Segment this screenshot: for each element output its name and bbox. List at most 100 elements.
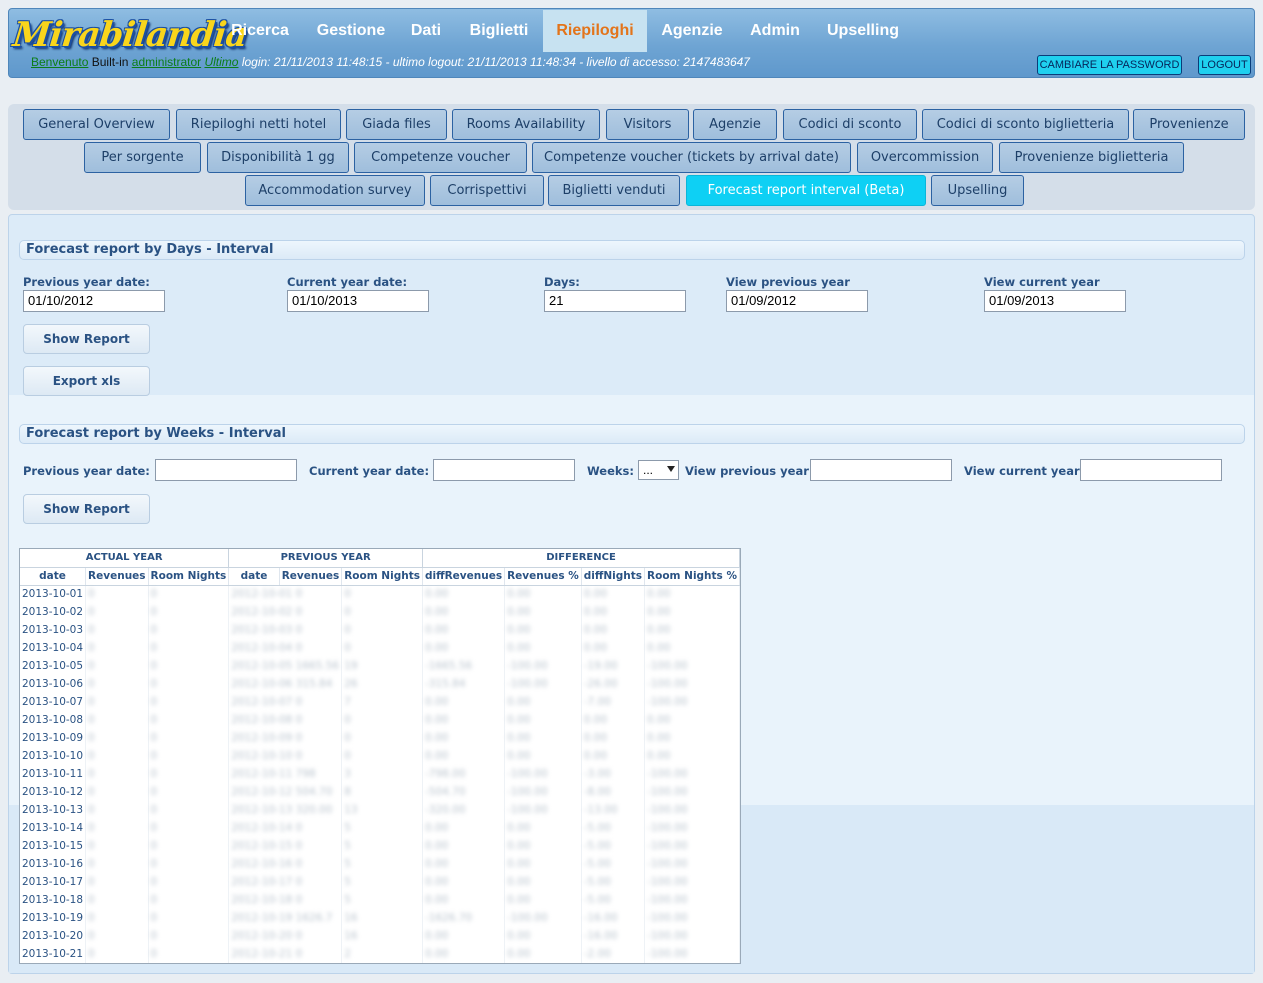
tab-agenzie[interactable]: Agenzie [693,109,777,140]
row-value-cell: 13 [341,801,423,819]
weeks-view-prev-input[interactable] [810,459,952,481]
tab-competenze-voucher-arrival[interactable]: Competenze voucher (tickets by arrival d… [532,142,851,173]
row-value-cell: 2012-10-21 0 [228,945,343,963]
mirabilandia-logo[interactable]: Mirabilandia [11,13,249,59]
row-value-cell: 0.00 [644,729,740,747]
row-value-cell: 0.00 [422,693,506,711]
row-value-cell: 2012-10-20 0 [228,927,343,945]
tab-riepiloghi-netti-hotel[interactable]: Riepiloghi netti hotel [176,109,341,140]
row-value-cell: 0 [148,855,230,873]
forecast-report-table: ACTUAL YEAR PREVIOUS YEAR DIFFERENCE dat… [19,548,741,964]
weeks-curr-year-input[interactable] [433,459,575,481]
tab-upselling[interactable]: Upselling [931,175,1024,206]
row-date-cell: 2013-10-21 [20,945,87,963]
days-curr-year-input[interactable]: 01/10/2013 [287,290,429,312]
row-value-cell: 0.00 [422,945,506,963]
tab-general-overview[interactable]: General Overview [23,109,170,140]
col-header-prev-revenues[interactable]: Revenues [279,567,343,586]
col-header-prev-room-nights[interactable]: Room Nights [341,567,423,586]
row-value-cell: 16 [341,909,423,927]
days-view-prev-input[interactable]: 01/09/2012 [726,290,868,312]
tab-visitors[interactable]: Visitors [606,109,689,140]
row-value-cell: 0 [85,747,149,765]
col-header-revenues-pct[interactable]: Revenues % [504,567,582,586]
row-value-cell: 0.00 [504,819,582,837]
row-value-cell: -100.00 [644,765,740,783]
ultimo-link[interactable]: Ultimo [204,55,238,69]
tab-giada-files[interactable]: Giada files [346,109,447,140]
row-value-cell: -100.00 [644,945,740,963]
export-xls-button[interactable]: Export xls [23,366,150,396]
col-header-room-nights-pct[interactable]: Room Nights % [644,567,740,586]
table-row: 2013-10-20 0 0 2012-10-20 0 16 0.00 0.00 -16.00… [20,927,740,945]
nav-agenzie[interactable]: Agenzie [655,10,729,52]
tab-corrispettivi[interactable]: Corrispettivi [430,175,544,206]
tab-overcommission[interactable]: Overcommission [857,142,993,173]
row-value-cell: 0 [85,855,149,873]
row-value-cell: 2012-10-12 504.70 [228,783,343,801]
nav-dati[interactable]: Dati [405,10,447,52]
row-value-cell: -100.00 [644,855,740,873]
nav-riepiloghi[interactable]: Riepiloghi [543,10,647,52]
col-header-diff-revenues[interactable]: diffRevenues [422,567,506,586]
nav-ricerca[interactable]: Ricerca [225,10,295,52]
tab-codici-sconto-biglietteria[interactable]: Codici di sconto biglietteria [922,109,1129,140]
row-value-cell: 0.00 [581,621,646,639]
row-value-cell: 5 [341,819,423,837]
row-value-cell: 5 [341,873,423,891]
row-date-cell: 2013-10-19 [20,909,87,927]
tab-forecast-report-interval[interactable]: Forecast report interval (Beta) [686,175,926,206]
tab-provenienze-biglietteria[interactable]: Provenienze biglietteria [999,142,1184,173]
row-value-cell: 0 [148,873,230,891]
nav-biglietti[interactable]: Biglietti [463,10,535,52]
nav-admin[interactable]: Admin [743,10,807,52]
tab-per-sorgente[interactable]: Per sorgente [84,142,201,173]
weeks-view-curr-input[interactable] [1080,459,1222,481]
tab-biglietti-venduti[interactable]: Biglietti venduti [548,175,680,206]
row-value-cell: 0.00 [504,837,582,855]
row-value-cell: 0 [85,891,149,909]
weeks-prev-year-input[interactable] [155,459,297,481]
tab-disponibilita-1gg[interactable]: Disponibilità 1 gg [207,142,349,173]
logout-button[interactable]: LOGOUT [1198,55,1251,75]
row-value-cell: 0.00 [581,639,646,657]
days-view-curr-input[interactable]: 01/09/2013 [984,290,1126,312]
col-header-room-nights[interactable]: Room Nights [148,567,230,586]
weeks-count-label: Weeks: [587,464,634,478]
row-value-cell: 8 [341,783,423,801]
table-row: 2013-10-09 0 0 2012-10-09 0 0 0.00 0.00 0.00 0.0… [20,729,740,747]
row-value-cell: -13.00 [581,801,646,819]
tab-provenienze[interactable]: Provenienze [1133,109,1245,140]
col-header-prev-date[interactable]: date [228,567,280,586]
welcome-link[interactable]: Benvenuto [31,55,88,69]
weeks-show-report-button[interactable]: Show Report [23,494,150,524]
change-password-button[interactable]: CAMBIARE LA PASSWORD [1037,55,1182,75]
col-header-date[interactable]: date [20,567,87,586]
days-count-input[interactable]: 21 [544,290,686,312]
col-header-diff-nights[interactable]: diffNights [581,567,646,586]
row-value-cell: 0 [85,657,149,675]
tab-competenze-voucher[interactable]: Competenze voucher [354,142,527,173]
row-value-cell: -100.00 [504,765,582,783]
col-header-revenues[interactable]: Revenues [85,567,149,586]
user-link[interactable]: administrator [132,55,201,69]
group-header-difference: DIFFERENCE [422,549,740,568]
nav-upselling[interactable]: Upselling [821,10,905,52]
days-prev-year-input[interactable]: 01/10/2012 [23,290,165,312]
row-value-cell: 7 [341,693,423,711]
row-value-cell: 0 [85,621,149,639]
row-value-cell: 0 [148,783,230,801]
row-value-cell: -16.00 [581,927,646,945]
row-value-cell: 2012-10-05 1665.56 [228,657,343,675]
row-value-cell: -3.00 [581,765,646,783]
row-value-cell: 0.00 [422,621,506,639]
row-value-cell: 5 [341,837,423,855]
tab-codici-di-sconto[interactable]: Codici di sconto [783,109,917,140]
weeks-select[interactable]: ... [638,460,679,480]
nav-gestione[interactable]: Gestione [309,10,393,52]
row-value-cell: 0 [85,819,149,837]
tab-rooms-availability[interactable]: Rooms Availability [452,109,600,140]
row-value-cell: 5 [341,891,423,909]
tab-accommodation-survey[interactable]: Accommodation survey [245,175,425,206]
days-show-report-button[interactable]: Show Report [23,324,150,354]
